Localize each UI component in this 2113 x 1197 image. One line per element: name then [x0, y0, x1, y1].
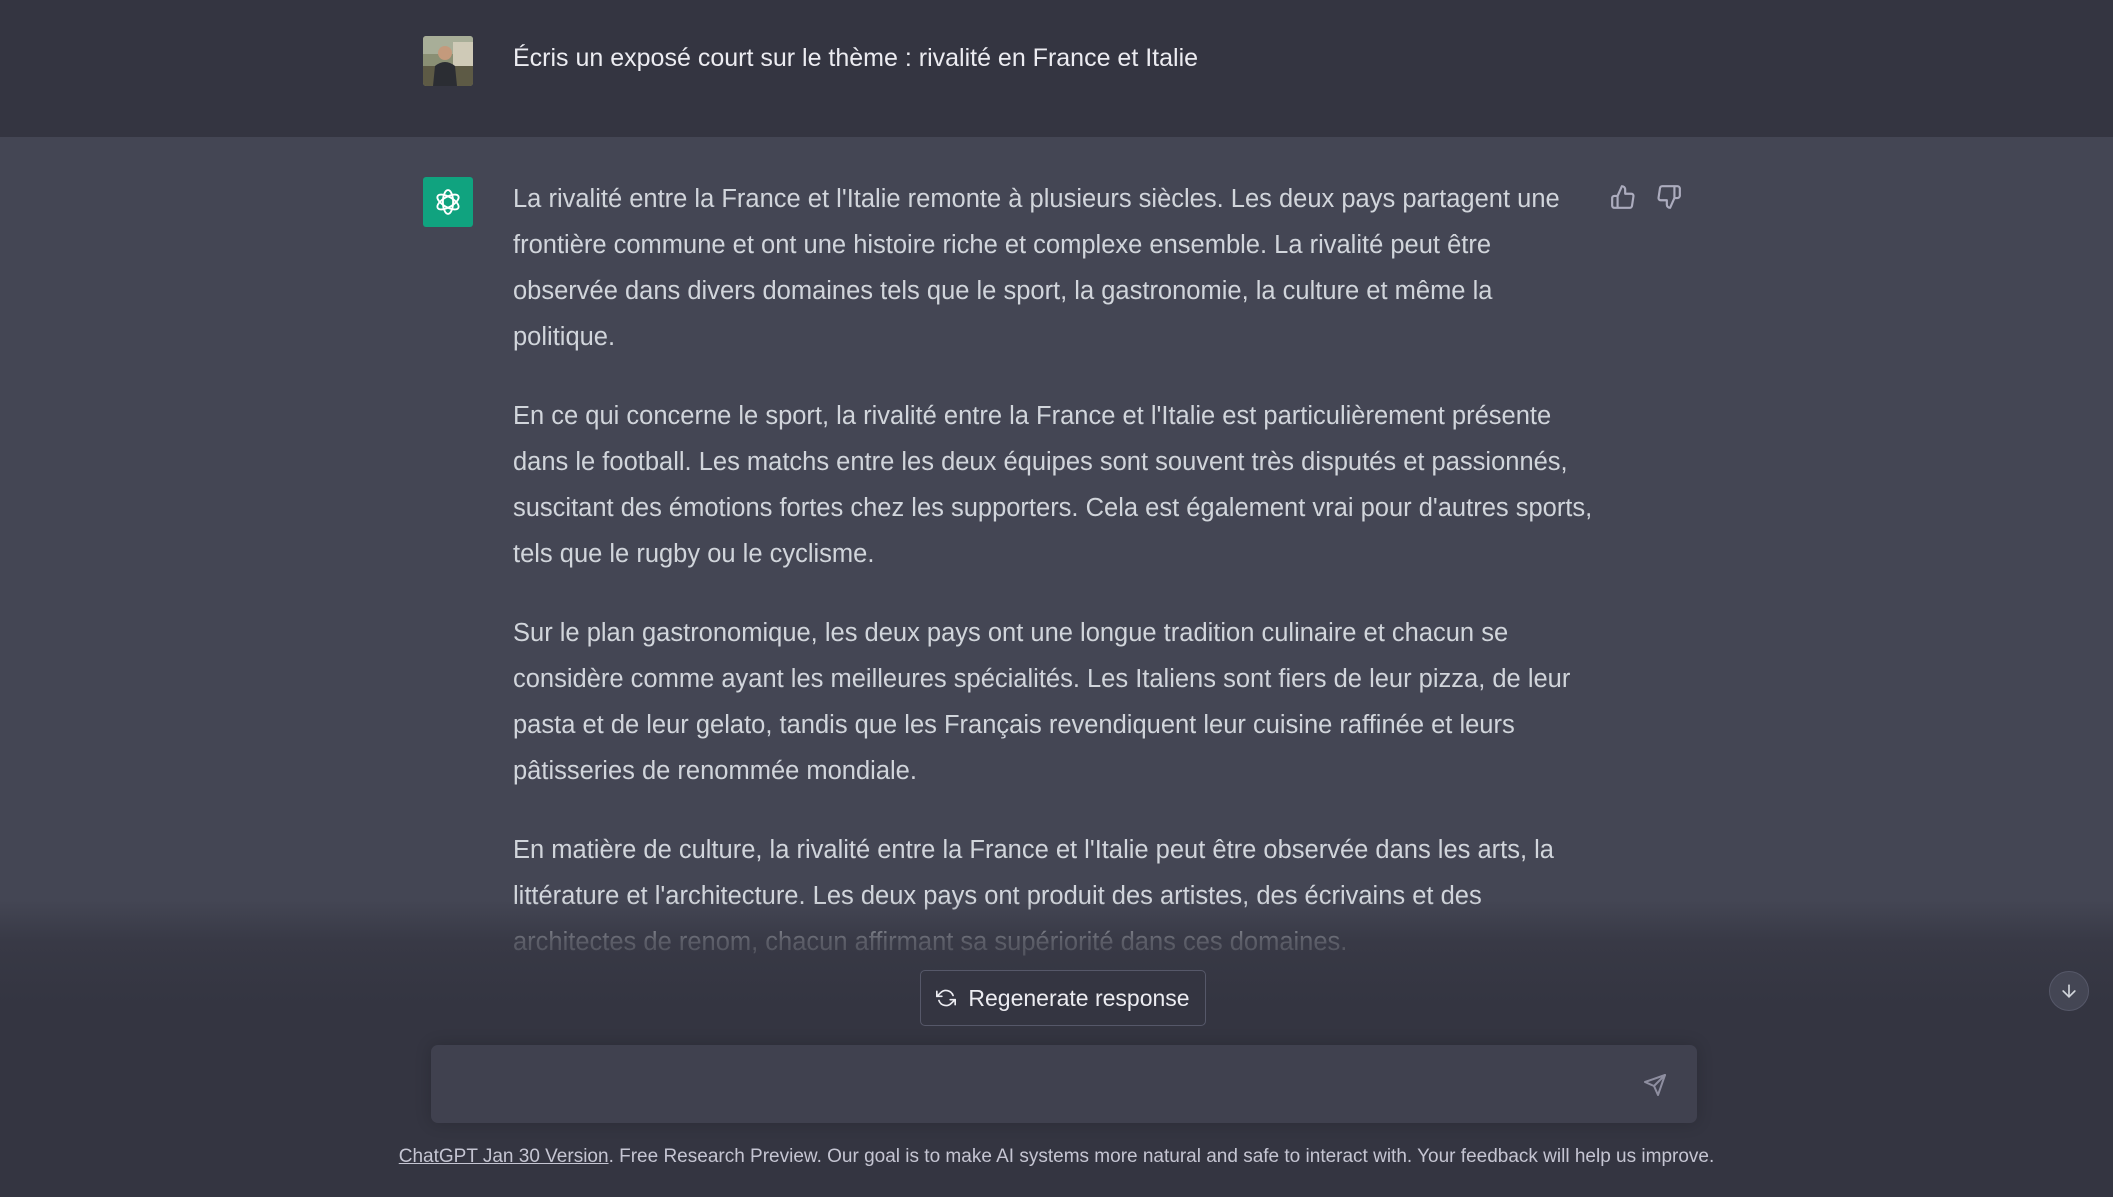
user-message-row: Écris un exposé court sur le thème : riv… [0, 0, 2113, 137]
answer-paragraph: Sur le plan gastronomique, les deux pays… [513, 619, 1571, 785]
message-input[interactable] [453, 1067, 1617, 1107]
thumbs-up-icon [1611, 185, 1635, 209]
assistant-message-row: La rivalité entre la France et l'Italie … [0, 137, 2113, 1044]
answer-paragraph: La rivalité entre la France et l'Italie … [513, 185, 1560, 351]
footer-text: . Free Research Preview. Our goal is to … [608, 1146, 1715, 1167]
openai-logo-icon [423, 177, 473, 227]
thumbs-down-icon [1657, 185, 1681, 209]
user-message-text: Écris un exposé court sur le thème : riv… [513, 44, 1199, 72]
refresh-icon [936, 989, 957, 1007]
message-composer [431, 1045, 1697, 1123]
assistant-answer: La rivalité entre la France et l'Italie … [513, 176, 1595, 1044]
user-avatar [423, 36, 473, 86]
send-icon [1644, 1074, 1666, 1096]
answer-paragraph: En ce qui concerne le sport, la rivalité… [513, 402, 1593, 568]
arrow-down-icon [2062, 984, 2076, 998]
regenerate-label: Regenerate response [968, 984, 1190, 1011]
scroll-to-bottom-button[interactable] [2049, 971, 2089, 1011]
thumbs-up-button[interactable] [1607, 181, 1639, 213]
thumbs-down-button[interactable] [1653, 181, 1685, 213]
regenerate-response-button[interactable]: Regenerate response [920, 970, 1206, 1026]
answer-paragraph: En matière de culture, la rivalité entre… [513, 836, 1554, 956]
send-button[interactable] [1637, 1067, 1673, 1103]
version-link[interactable]: ChatGPT Jan 30 Version [399, 1146, 609, 1167]
footer: ChatGPT Jan 30 Version. Free Research Pr… [0, 1146, 2113, 1168]
